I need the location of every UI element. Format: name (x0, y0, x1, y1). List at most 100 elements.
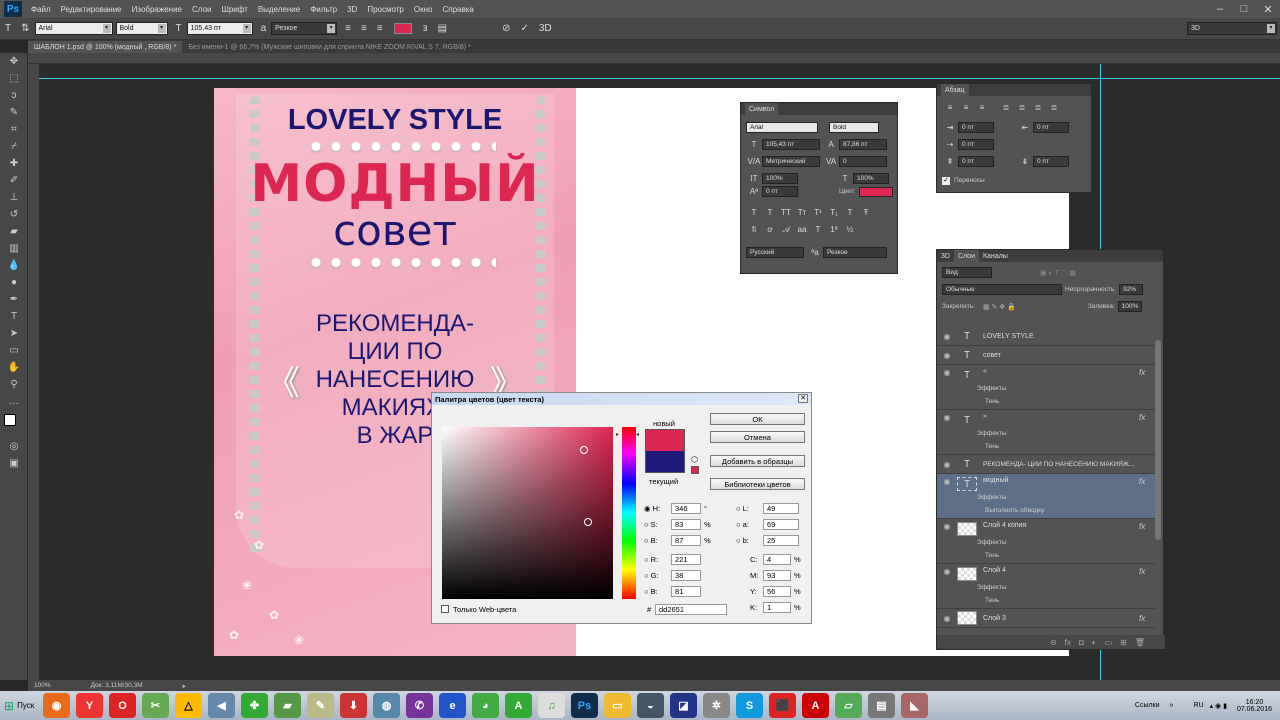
antialias-select[interactable]: Резкое ▾ (271, 22, 338, 35)
h-field[interactable]: 346 (671, 503, 701, 514)
char-kerning-field[interactable]: Метрический (762, 156, 820, 167)
eye-icon[interactable]: ◉ (937, 351, 957, 360)
fx-icon[interactable]: fx (1139, 522, 1155, 531)
menu-help[interactable]: Справка (437, 5, 478, 14)
char-language-select[interactable]: Русский (746, 247, 804, 258)
char-color-swatch[interactable] (859, 186, 894, 197)
justify-center-icon[interactable]: ≣ (1014, 103, 1030, 112)
path-select-icon[interactable]: ➤ (0, 325, 28, 342)
brightness-field[interactable]: 87 (671, 535, 701, 546)
hand-tool-icon[interactable]: ✋ (0, 359, 28, 376)
hue-slider[interactable] (622, 427, 636, 599)
screen-mode-icon[interactable]: ▣ (0, 455, 28, 472)
warp-text-icon[interactable]: ⱻ (423, 23, 428, 34)
green-a-icon[interactable]: A (505, 693, 532, 718)
doc-size[interactable]: Док: 3,11M/30,3M (91, 682, 143, 689)
menu-type[interactable]: Шрифт (216, 5, 252, 14)
layer-row[interactable]: ◉ Слой 4 копия fx Эффекты Тень (937, 519, 1155, 564)
layer-row-selected[interactable]: ◉ Tмодный fx Эффекты Выполнить обводку (937, 474, 1155, 519)
tab-channels[interactable]: Каналы (979, 253, 1012, 260)
align-left-icon[interactable]: ≡ (345, 23, 351, 34)
tab-template[interactable]: ШАБЛОН 1.psd @ 100% (модный , RGB/8) * (28, 41, 183, 53)
eye-icon[interactable]: ◉ (937, 522, 957, 531)
close-icon[interactable]: ✕ (798, 394, 808, 403)
para-align-center-icon[interactable]: ≡ (958, 103, 974, 112)
swash-icon[interactable]: 𝒜 (778, 225, 794, 235)
char-tracking-field[interactable]: 0 (839, 156, 887, 167)
faux-italic-icon[interactable]: T (762, 208, 778, 217)
folder-icon[interactable]: ▭ (1105, 638, 1113, 647)
layer-row[interactable]: ◉ T « fx Эффекты Тень (937, 365, 1155, 410)
eye-icon[interactable]: ◉ (937, 460, 957, 469)
notepad-icon[interactable]: ✎ (307, 693, 334, 718)
l-radio[interactable]: ○ L: (736, 504, 749, 513)
k-field[interactable]: 1 (763, 602, 791, 613)
ok-button[interactable]: ОК (710, 413, 805, 425)
eye-icon[interactable]: ◉ (937, 413, 957, 422)
g-field[interactable]: 38 (671, 570, 701, 581)
opacity-field[interactable]: 92% (1119, 284, 1144, 295)
orientation-icon[interactable]: ⇅ (21, 23, 29, 34)
hex-field[interactable]: dd2651 (655, 604, 727, 615)
indent-left-field[interactable]: 0 пт (958, 122, 994, 133)
c-field[interactable]: 4 (763, 554, 791, 565)
3d-icon[interactable]: 3D (539, 23, 552, 34)
cancel-icon[interactable]: ⊘ (502, 23, 510, 34)
type-tool-icon[interactable]: T (5, 23, 11, 34)
para-align-right-icon[interactable]: ≡ (974, 103, 990, 112)
tool-icon[interactable]: ◣ (901, 693, 928, 718)
healing-tool-icon[interactable]: ✚ (0, 155, 28, 172)
current-color-preview[interactable] (645, 451, 685, 473)
ordinal-icon[interactable]: 1ª (826, 225, 842, 234)
layer-row[interactable]: ◉ T LOVELY STYLE (937, 327, 1155, 346)
alt-ligature-icon[interactable]: ơ (762, 225, 778, 234)
language-indicator[interactable]: RU (1193, 702, 1203, 709)
paragraph-panel-titlebar[interactable]: Абзац (937, 84, 1091, 96)
all-caps-icon[interactable]: TT (778, 208, 794, 217)
more-tools-icon[interactable]: … (0, 393, 28, 410)
type-tool-icon[interactable]: T (0, 308, 28, 325)
marquee-tool-icon[interactable]: ⬚ (0, 70, 28, 87)
blur-tool-icon[interactable]: 💧 (0, 257, 28, 274)
space-before-field[interactable]: 0 пт (958, 156, 994, 167)
crop-tool-icon[interactable]: ⌗ (0, 121, 28, 138)
status-arrow-icon[interactable]: ▸ (183, 682, 186, 690)
stylistic-icon[interactable]: aa (794, 225, 810, 234)
tab-untitled[interactable]: Без имени-1 @ 66,7% (Мужские шиповки для… (182, 41, 477, 53)
dodge-tool-icon[interactable]: ● (0, 274, 28, 291)
menu-select[interactable]: Выделение (253, 5, 305, 14)
minimize-icon[interactable]: – (1208, 3, 1232, 15)
globe-icon[interactable]: ◍ (373, 693, 400, 718)
char-font-select[interactable]: Arial (746, 122, 818, 133)
explorer-icon[interactable]: ▭ (604, 693, 631, 718)
clover-icon[interactable]: ✤ (241, 693, 268, 718)
h-radio[interactable]: ◉ H: (644, 504, 660, 513)
speaker-icon[interactable]: ◀ (208, 693, 235, 718)
field-marker[interactable] (580, 446, 588, 454)
pen-tool-icon[interactable]: ✒ (0, 291, 28, 308)
photoshop-taskbar-icon[interactable]: Ps (571, 693, 598, 718)
link-icon[interactable]: ⊝ (1050, 638, 1057, 647)
char-baseline-field[interactable]: 0 пт (762, 186, 798, 197)
indent-right-field[interactable]: 0 пт (1033, 122, 1069, 133)
eyedropper-tool-icon[interactable]: ⌿ (0, 138, 28, 155)
color-swatches[interactable] (0, 410, 27, 438)
a-radio[interactable]: ○ a: (736, 520, 749, 529)
links-label[interactable]: Ссылки (1135, 702, 1160, 709)
zoom-level[interactable]: 100% (34, 682, 51, 689)
strikethrough-icon[interactable]: Ŧ (858, 208, 874, 217)
layers-scrollbar[interactable] (1155, 340, 1161, 540)
yandex-icon[interactable]: Y (76, 693, 103, 718)
skype-icon[interactable]: S (736, 693, 763, 718)
warning-app-icon[interactable]: △ (175, 693, 202, 718)
settings-icon[interactable]: ✲ (703, 693, 730, 718)
g-radio[interactable]: ○ G: (644, 571, 659, 580)
justify-right-icon[interactable]: ≣ (1030, 103, 1046, 112)
eraser-tool-icon[interactable]: ▰ (0, 223, 28, 240)
ie-icon[interactable]: e (439, 693, 466, 718)
eye-icon[interactable]: ◉ (937, 477, 957, 486)
stamp-tool-icon[interactable]: ⊥ (0, 189, 28, 206)
clock[interactable]: 16:20 07.06.2016 (1237, 699, 1272, 713)
layer-row[interactable]: ◉ Tсовет (937, 346, 1155, 365)
b-rgb-radio[interactable]: ○ B: (644, 587, 658, 596)
